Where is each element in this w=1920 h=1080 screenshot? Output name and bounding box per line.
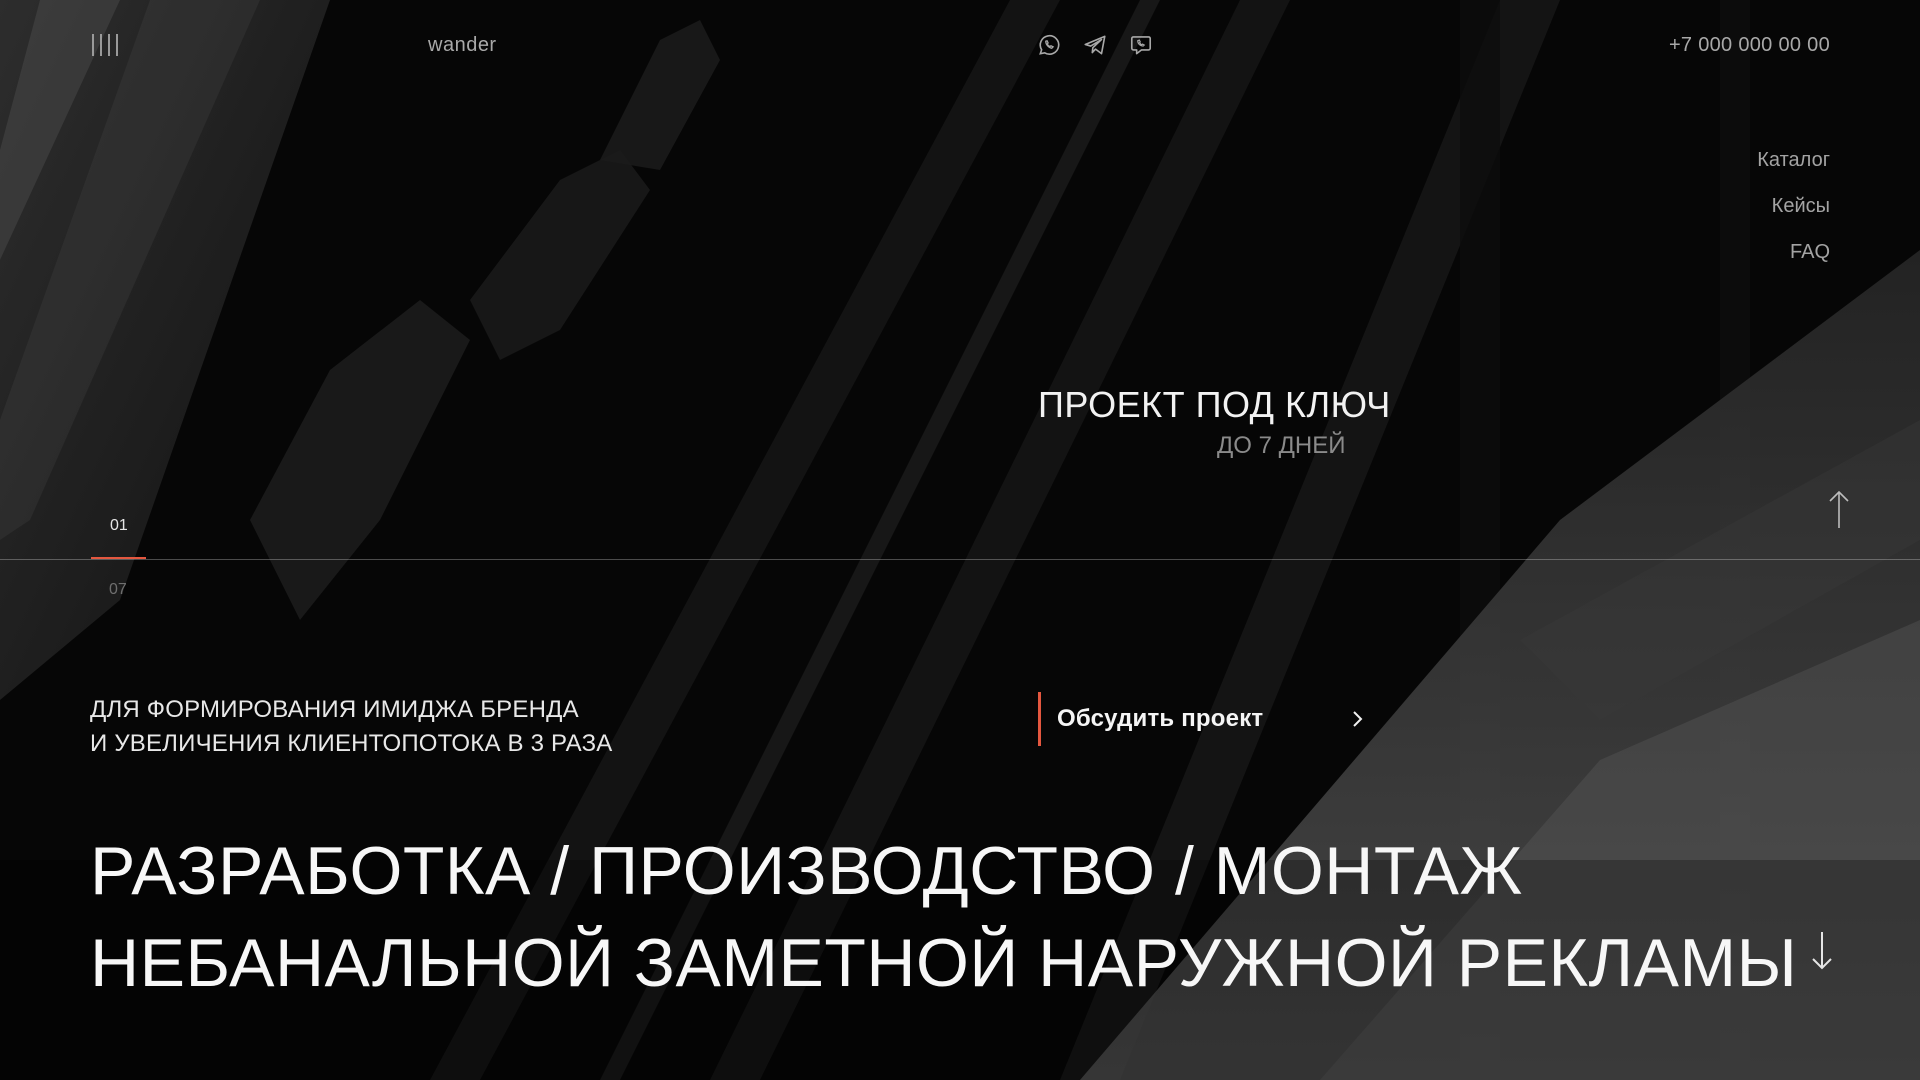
tagline-line-2: И УВЕЛИЧЕНИЯ КЛИЕНТОПОТОКА В 3 РАЗА	[90, 730, 613, 757]
section-divider	[0, 559, 1920, 560]
messenger-links	[1036, 32, 1154, 58]
arrow-down-icon[interactable]	[1810, 930, 1834, 970]
telegram-icon[interactable]	[1082, 32, 1108, 58]
menu-bar	[108, 34, 110, 56]
arrow-up-icon[interactable]	[1827, 490, 1851, 530]
slide-progress-bar	[91, 557, 146, 559]
menu-bar	[100, 34, 102, 56]
main-nav: Каталог Кейсы FAQ	[1757, 148, 1830, 264]
menu-bar	[116, 34, 118, 56]
slide-total-number: 07	[109, 581, 127, 598]
hero-page: wander +7 000 000 00 00 Каталог Кейсы FA…	[0, 0, 1920, 1080]
nav-item-cases[interactable]: Кейсы	[1772, 194, 1830, 218]
tagline: ДЛЯ ФОРМИРОВАНИЯ ИМИДЖА БРЕНДА И УВЕЛИЧЕ…	[90, 693, 613, 761]
menu-button[interactable]	[92, 34, 122, 56]
main-headline: РАЗРАБОТКА / ПРОИЗВОДСТВО / МОНТАЖ НЕБАН…	[90, 825, 1797, 1009]
nav-item-catalog[interactable]: Каталог	[1757, 148, 1830, 172]
nav-item-faq[interactable]: FAQ	[1790, 240, 1830, 264]
headline-line-1: РАЗРАБОТКА / ПРОИЗВОДСТВО / МОНТАЖ	[90, 833, 1523, 909]
menu-bar	[92, 34, 94, 56]
viber-icon[interactable]	[1128, 32, 1154, 58]
slide-current-number: 01	[110, 517, 128, 534]
cta-label: Обсудить проект	[1057, 705, 1264, 732]
promo-subtitle: ДО 7 ДНЕЙ	[1217, 432, 1346, 459]
logo[interactable]: wander	[428, 34, 497, 57]
phone-link[interactable]: +7 000 000 00 00	[1669, 34, 1830, 57]
headline-line-2: НЕБАНАЛЬНОЙ ЗАМЕТНОЙ НАРУЖНОЙ РЕКЛАМЫ	[90, 925, 1798, 1001]
chevron-right-icon	[1353, 711, 1363, 727]
tagline-line-1: ДЛЯ ФОРМИРОВАНИЯ ИМИДЖА БРЕНДА	[90, 696, 579, 723]
promo-title: ПРОЕКТ ПОД КЛЮЧ	[1038, 384, 1391, 425]
whatsapp-icon[interactable]	[1036, 32, 1062, 58]
discuss-project-button[interactable]: Обсудить проект	[1038, 692, 1368, 746]
